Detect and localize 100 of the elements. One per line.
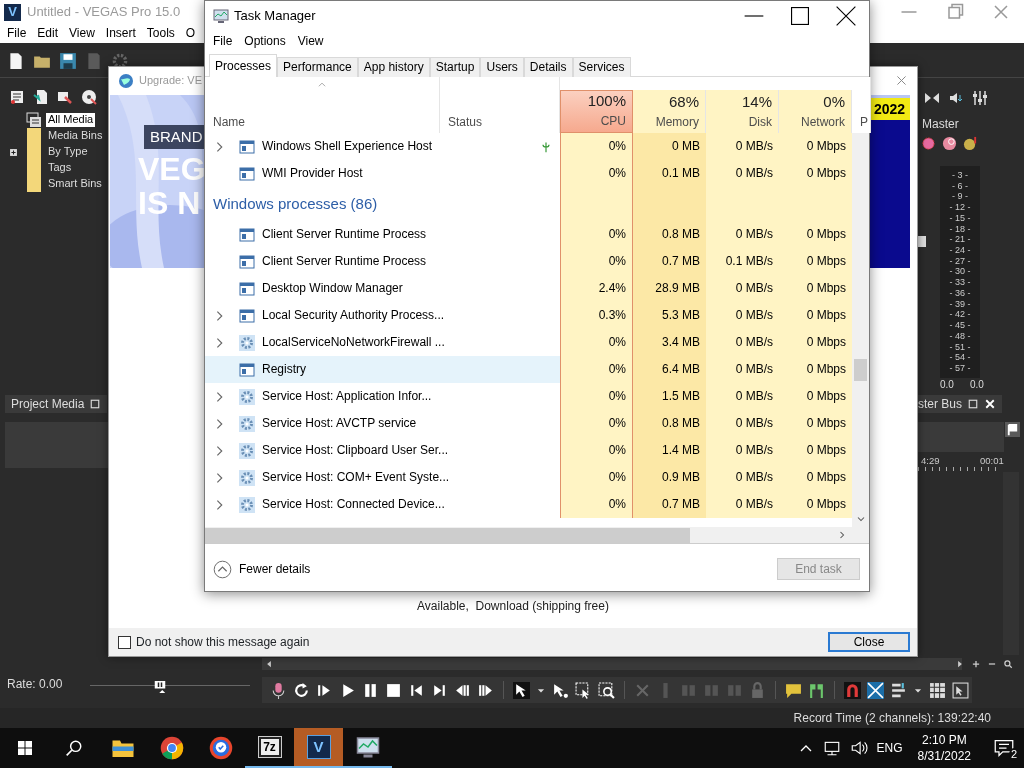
fewer-details-button[interactable]: Fewer details	[213, 559, 311, 579]
close-button[interactable]: Close	[828, 632, 910, 652]
scrollbar[interactable]	[852, 133, 869, 527]
menu-item[interactable]: File	[7, 26, 27, 41]
region-icon[interactable]	[808, 681, 825, 699]
table-row[interactable]: Client Server Runtime Process 0% 0.7 MB 0.1 MB/s 0 Mbps	[205, 248, 852, 275]
process-name: Service Host: Clipboard User Ser...	[262, 443, 449, 458]
tree-item[interactable]: Smart Bins	[46, 177, 104, 191]
table-row[interactable]: Desktop Window Manager 2.4% 28.9 MB 0 MB/s 0 Mbps	[205, 275, 852, 302]
table-row[interactable]: Client Server Runtime Process 0% 0.8 MB 0 MB/s 0 Mbps	[205, 221, 852, 248]
table-cell: 0 MB/s	[706, 356, 779, 383]
table-row[interactable]: LocalServiceNoNetworkFirewall ... 0% 3.4 MB 0 MB/s 0 Mbps	[205, 329, 852, 356]
column-header[interactable]: Name	[205, 77, 440, 133]
solo-icon[interactable]	[963, 136, 978, 151]
table-row[interactable]: Service Host: Application Infor... 0% 1.5 MB 0 MB/s 0 Mbps	[205, 383, 852, 410]
comment-icon[interactable]	[785, 681, 802, 699]
menu-item[interactable]: Options	[244, 34, 286, 49]
column-header[interactable]: 0% Network	[779, 90, 852, 133]
slider-thumb[interactable]	[154, 678, 167, 696]
tab[interactable]: Details	[523, 57, 573, 77]
table-row[interactable]: Service Host: AVCTP service 0% 0.8 MB 0 MB/s 0 Mbps	[205, 410, 852, 437]
fader-handle[interactable]	[918, 236, 926, 247]
process-name: WMI Provider Host	[262, 166, 363, 181]
tree-item[interactable]: Media Bins	[46, 129, 105, 143]
column-header[interactable]: 14% Disk	[706, 90, 779, 133]
table-row[interactable]: WMI Provider Host 0% 0.1 MB 0 MB/s 0 Mbps	[205, 160, 852, 187]
table-row[interactable]: Service Host: COM+ Event Syste... 0% 0.9 MB 0 MB/s 0 Mbps	[205, 464, 852, 491]
network-icon[interactable]	[822, 739, 841, 757]
search-icon[interactable]	[1003, 658, 1013, 670]
process-name: LocalServiceNoNetworkFirewall ...	[262, 335, 445, 350]
table-cell: 0 Mbps	[779, 160, 852, 187]
microphone-icon[interactable]	[270, 681, 287, 699]
disc-icon[interactable]	[81, 89, 97, 105]
column-header[interactable]: 68% Memory	[633, 90, 706, 133]
expand-icon[interactable]	[8, 146, 19, 158]
maximize-icon[interactable]	[89, 398, 102, 410]
column-header[interactable]: 100% CPU	[560, 90, 633, 133]
checkbox[interactable]	[118, 635, 131, 649]
clock-time[interactable]: 2:10 PM	[921, 731, 967, 748]
table-row[interactable]: Service Host: Clipboard User Ser... 0% 1.4 MB 0 MB/s 0 Mbps	[205, 437, 852, 464]
menu-item[interactable]: O	[185, 26, 196, 41]
record-arm-icon[interactable]	[921, 136, 936, 151]
sliders-icon[interactable]	[972, 90, 988, 106]
grid-icon[interactable]	[929, 681, 946, 699]
pause-icon[interactable]	[362, 681, 379, 699]
cursor-icon[interactable]	[552, 681, 569, 699]
tree-row[interactable]: All Media	[8, 112, 105, 128]
menu-item[interactable]: Tools	[146, 26, 175, 41]
clock-date[interactable]: 8/31/2022	[917, 748, 971, 765]
magnet-icon[interactable]	[844, 681, 861, 699]
tab[interactable]: App history	[357, 57, 430, 77]
menu-item[interactable]: Insert	[105, 26, 136, 41]
menu-item[interactable]: Edit	[37, 26, 59, 41]
import-icon[interactable]	[33, 89, 49, 105]
maximize-icon[interactable]	[967, 398, 979, 410]
table-row[interactable]: Service Host: Connected Device... 0% 0.7 MB 0 MB/s 0 Mbps	[205, 491, 852, 518]
speaker-icon[interactable]	[948, 90, 964, 106]
bowtie-icon[interactable]	[924, 90, 940, 106]
save-icon[interactable]	[59, 51, 77, 70]
pointer-icon[interactable]	[513, 681, 530, 699]
loop-icon[interactable]	[293, 681, 310, 699]
zoom-in-icon[interactable]	[971, 658, 981, 670]
tab[interactable]: Services	[572, 57, 631, 77]
mute-icon[interactable]	[942, 136, 957, 151]
tree-row[interactable]: Media Bins	[8, 128, 105, 144]
zoom-icon[interactable]	[598, 681, 615, 699]
taskbar-button[interactable]: V	[294, 728, 343, 768]
tab[interactable]: Performance	[277, 57, 358, 77]
checkbox-label[interactable]: Do not show this message again	[136, 634, 310, 650]
meter-reading: 0.0	[940, 379, 954, 391]
scrollbar[interactable]	[205, 527, 869, 544]
tab[interactable]: Processes	[209, 54, 278, 77]
menu-item[interactable]: File	[213, 34, 233, 49]
tree-row[interactable]: Tags	[8, 160, 105, 176]
tree-row[interactable]: Smart Bins	[8, 176, 105, 192]
group-header: Windows processes (86)	[213, 195, 378, 213]
menu-item[interactable]: View	[297, 34, 324, 49]
tab[interactable]: Startup	[429, 57, 481, 77]
tree-item[interactable]: Tags	[46, 161, 74, 175]
menu-item[interactable]: View	[69, 26, 95, 41]
language-indicator[interactable]: ENG	[876, 740, 903, 756]
scrollbar-thumb[interactable]	[854, 359, 867, 381]
properties-icon[interactable]	[9, 89, 25, 105]
banner-headline: IS N	[138, 186, 202, 221]
tree-item[interactable]: All Media	[46, 113, 96, 127]
table-row[interactable]: Local Security Authority Process... 0.3% 5.3 MB 0 MB/s 0 Mbps	[205, 302, 852, 329]
crossfade-icon[interactable]	[867, 681, 884, 699]
tree-row[interactable]: By Type	[8, 144, 105, 160]
dual-cursor-icon[interactable]	[952, 681, 969, 699]
new-file-icon[interactable]	[7, 51, 25, 70]
volume-icon[interactable]	[849, 739, 868, 757]
arrange-icon[interactable]	[890, 681, 907, 699]
tree-item[interactable]: By Type	[46, 145, 90, 159]
stop-icon[interactable]	[385, 681, 402, 699]
table-row[interactable]: Registry 0% 6.4 MB 0 MB/s 0 Mbps	[205, 356, 852, 383]
table-cell: 0 MB/s	[706, 302, 779, 329]
scrollbar-thumb[interactable]	[205, 527, 690, 543]
flag-icon[interactable]	[1005, 422, 1020, 437]
tab[interactable]: Users	[480, 57, 524, 77]
video-import-icon[interactable]	[57, 89, 73, 105]
